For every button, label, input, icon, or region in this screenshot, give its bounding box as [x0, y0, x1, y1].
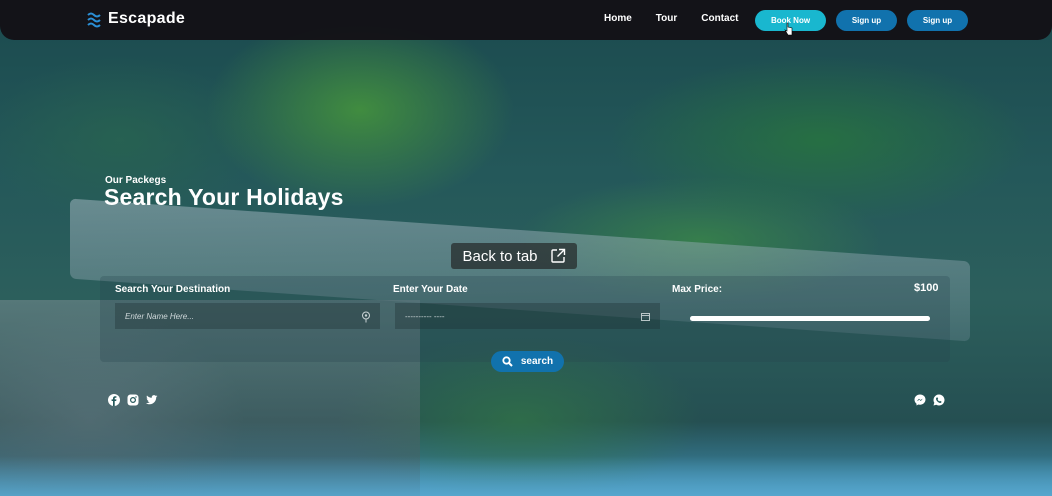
- social-links-right: [914, 394, 945, 406]
- messenger-icon[interactable]: [914, 394, 926, 406]
- max-price-slider-fill: [690, 316, 930, 321]
- max-price-slider[interactable]: [690, 316, 930, 321]
- nav-links: Home Tour Contact: [604, 13, 739, 24]
- max-price-label: Max Price:: [672, 284, 723, 295]
- nav-tour[interactable]: Tour: [656, 13, 677, 24]
- calendar-icon: [641, 313, 650, 321]
- whatsapp-icon[interactable]: [933, 394, 945, 406]
- external-link-icon: [550, 248, 565, 263]
- waves-icon: [87, 12, 101, 28]
- nav-contact[interactable]: Contact: [701, 13, 738, 24]
- destination-label: Search Your Destination: [115, 284, 231, 295]
- social-links-left: [108, 394, 158, 406]
- back-to-tab-label: Back to tab: [462, 247, 538, 265]
- search-button[interactable]: search: [491, 351, 564, 372]
- back-to-tab-button[interactable]: Back to tab: [451, 243, 577, 269]
- destination-input[interactable]: [115, 303, 380, 329]
- bottom-glow: [0, 456, 1052, 496]
- sign-up-button-2[interactable]: Sign up: [907, 10, 968, 31]
- nav-home[interactable]: Home: [604, 13, 632, 24]
- search-button-label: search: [520, 356, 554, 367]
- sign-up-button[interactable]: Sign up: [836, 10, 897, 31]
- search-icon: [502, 356, 513, 367]
- mouse-cursor-icon: [784, 22, 793, 36]
- brand-logo[interactable]: Escapade: [86, 10, 185, 28]
- max-price-value: $100: [914, 282, 939, 294]
- hero-title: Search Your Holidays: [104, 184, 344, 210]
- top-navbar: Escapade Home Tour Contact Book Now Sign…: [0, 0, 1052, 40]
- instagram-icon[interactable]: [127, 394, 139, 406]
- date-label: Enter Your Date: [393, 284, 468, 295]
- twitter-icon[interactable]: [146, 394, 158, 406]
- facebook-icon[interactable]: [108, 394, 120, 406]
- location-pin-icon: [362, 311, 370, 323]
- date-input[interactable]: [395, 303, 660, 329]
- brand-name: Escapade: [108, 10, 186, 27]
